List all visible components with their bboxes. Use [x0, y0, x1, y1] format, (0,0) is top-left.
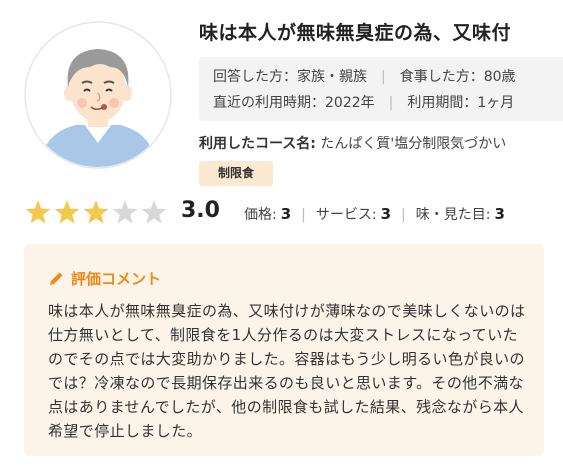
meta-separator: |: [388, 95, 394, 111]
service-score: 3: [380, 205, 392, 223]
course-tag: 制限食: [199, 161, 273, 186]
reviewer-meta: 回答した方：家族・親族 | 食事した方：80歳 直近の利用時期：2022年 | 利用期間…: [199, 57, 563, 121]
course-label: 利用したコース名:: [199, 136, 316, 152]
eater: 食事した方：80歳: [399, 69, 516, 85]
sub-rating-separator: |: [401, 207, 406, 223]
review-title: 味は本人が無味無臭症の為、又味付: [199, 22, 512, 44]
rating-score: 3.0: [181, 198, 220, 223]
respondent: 回答した方：家族・親族: [213, 69, 367, 85]
sub-rating-separator: |: [301, 207, 306, 223]
service-label: サービス:: [315, 207, 377, 223]
comment-box: 評価コメント 味は本人が無味無臭症の為、又味付けが薄味なので美味しくないのは仕方…: [24, 244, 544, 456]
course-name: たんぱく質'塩分制限気づかい: [320, 136, 507, 152]
comment-text: 味は本人が無味無臭症の為、又味付けが薄味なので美味しくないのは仕方無いとして、制…: [48, 302, 526, 440]
comment-header: 評価コメント: [48, 268, 161, 289]
price-label: 価格:: [244, 207, 277, 223]
meta-row-1: 回答した方：家族・親族 | 食事した方：80歳: [213, 66, 516, 86]
course-info: 利用したコース名: たんぱく質'塩分制限気づかい: [199, 133, 506, 153]
meta-separator: |: [381, 69, 386, 85]
star-rating: [24, 199, 174, 227]
reviewer-avatar: [24, 21, 172, 169]
star-icon: [54, 200, 80, 224]
price-score: 3: [280, 205, 292, 223]
star-icon: [25, 200, 51, 224]
taste-label: 味・見た目:: [415, 207, 491, 223]
taste-score: 3: [494, 205, 505, 223]
pencil-icon: [50, 271, 64, 285]
comment-title: 評価コメント: [71, 270, 162, 288]
star-icon: [112, 200, 138, 224]
sub-ratings: 価格: 3 | サービス: 3 | 味・見た目: 3: [244, 204, 505, 224]
usage-period: 利用期間：1ヶ月: [407, 95, 515, 111]
last-used: 直近の利用時期：2022年: [213, 95, 375, 111]
star-icon: [83, 200, 109, 224]
star-icon: [141, 200, 167, 224]
meta-row-2: 直近の利用時期：2022年 | 利用期間：1ヶ月: [213, 92, 514, 112]
